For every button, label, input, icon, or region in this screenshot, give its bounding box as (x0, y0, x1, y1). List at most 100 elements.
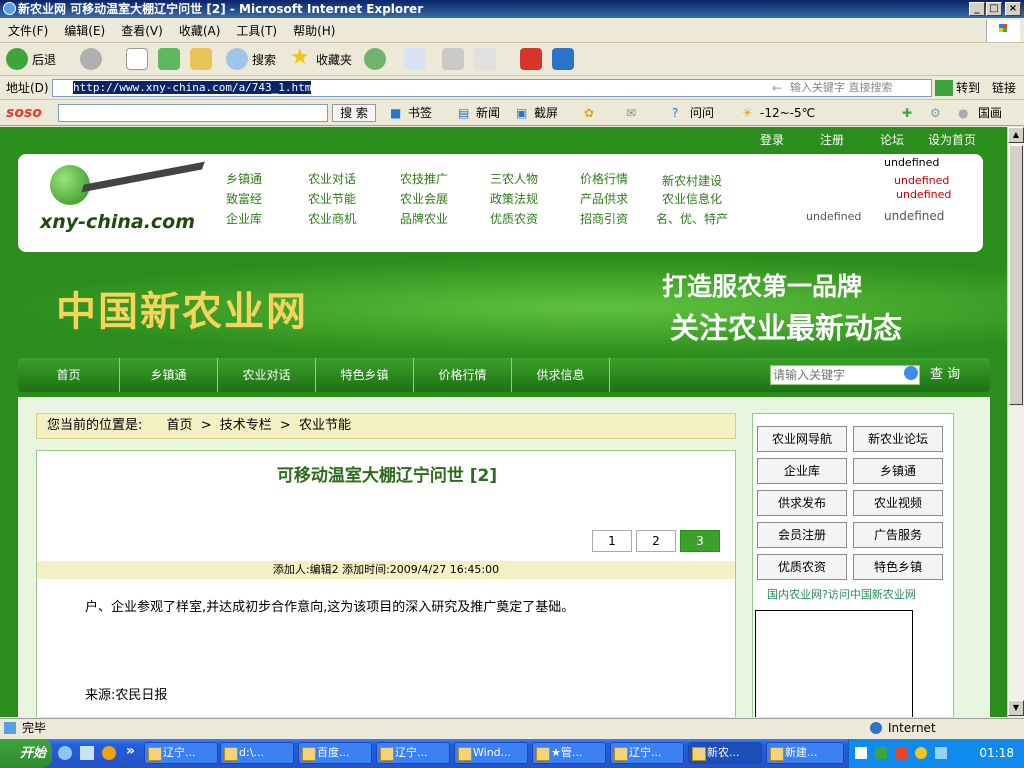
close-button[interactable]: × (1005, 2, 1021, 16)
favorites-button[interactable]: 收藏夹 (316, 49, 352, 71)
page-link-1[interactable]: 1 (592, 530, 632, 552)
gift-icon[interactable]: ✿ (584, 105, 594, 121)
task-button[interactable]: ★管... (532, 742, 606, 764)
bookmark-button[interactable]: 书签 (408, 105, 432, 121)
tray-security-icon[interactable] (895, 747, 907, 759)
tray-volume-icon[interactable] (935, 747, 947, 759)
nav-link[interactable]: 农业会展 (400, 190, 448, 207)
back-button[interactable]: 后退 (32, 49, 56, 71)
gear-icon[interactable]: ⚙ (930, 105, 941, 121)
quicklaunch-desktop-icon[interactable] (80, 746, 94, 760)
sidebar-button[interactable]: 农业网导航 (757, 426, 847, 452)
menu-tools[interactable]: 工具(T) (228, 19, 285, 43)
nav-link[interactable]: 新农村建设 (662, 172, 722, 189)
mail-icon[interactable] (404, 48, 426, 70)
task-button[interactable]: 辽宁... (610, 742, 684, 764)
sidebar-button[interactable]: 广告服务 (853, 522, 943, 548)
menu-edit[interactable]: 编辑(E) (56, 19, 113, 43)
breadcrumb-tech[interactable]: 技术专栏 (220, 418, 272, 433)
mainnav-item[interactable]: 乡镇通 (120, 358, 218, 392)
news-button[interactable]: 新闻 (476, 105, 500, 121)
task-button[interactable]: 辽宁... (144, 742, 218, 764)
nav-link[interactable]: 名、优、特产 (656, 210, 728, 227)
menu-file[interactable]: 文件(F) (0, 19, 56, 43)
mainnav-home[interactable]: 首页 (18, 358, 120, 392)
history-icon[interactable] (364, 48, 386, 70)
tray-network-icon[interactable] (915, 747, 927, 759)
task-button[interactable]: 百度... (298, 742, 372, 764)
nav-link[interactable]: 招商引资 (580, 210, 628, 227)
scroll-thumb[interactable] (1009, 145, 1023, 405)
sidebar-link[interactable]: 国内农业网?访问中国新农业网 (767, 586, 916, 602)
mainnav-item[interactable]: 供求信息 (512, 358, 610, 392)
nav-link[interactable]: 优质农资 (490, 210, 538, 227)
edit-icon[interactable] (474, 48, 496, 70)
mainnav-item[interactable]: 农业对话 (218, 358, 316, 392)
register-link[interactable]: 注册 (820, 131, 844, 148)
nav-link[interactable]: 乡镇通 (226, 170, 262, 187)
screenshot-button[interactable]: 截屏 (534, 105, 558, 121)
nav-link[interactable]: 农业信息化 (662, 190, 722, 207)
breadcrumb-home[interactable]: 首页 (167, 418, 193, 433)
nav-link[interactable]: 致富经 (226, 190, 262, 207)
home-icon[interactable] (190, 48, 212, 70)
scroll-up-icon[interactable]: ▲ (1008, 127, 1024, 143)
refresh-icon[interactable] (158, 48, 180, 70)
menu-help[interactable]: 帮助(H) (285, 19, 343, 43)
search-button[interactable]: 搜索 (252, 49, 276, 71)
nav-link[interactable]: 政策法规 (490, 190, 538, 207)
nav-link[interactable]: 品牌农业 (400, 210, 448, 227)
nav-link[interactable]: 价格行情 (580, 170, 628, 187)
breadcrumb-energy[interactable]: 农业节能 (299, 418, 351, 433)
nav-link[interactable]: 农业对话 (308, 170, 356, 187)
weather-text[interactable]: -12~-5℃ (760, 105, 815, 121)
task-button[interactable]: Wind... (454, 742, 528, 764)
soso-search-button[interactable]: 搜 索 (332, 104, 376, 122)
quicklaunch-more-icon[interactable]: » (126, 743, 135, 759)
site-search-input[interactable] (770, 365, 920, 385)
task-button[interactable]: d:\... (220, 742, 294, 764)
sidebar-button[interactable]: 农业视频 (853, 490, 943, 516)
nav-link[interactable]: 农业商机 (308, 210, 356, 227)
menu-view[interactable]: 查看(V) (113, 19, 171, 43)
favorites-star-icon[interactable]: ★ (290, 47, 312, 70)
vertical-scrollbar[interactable]: ▲ ▼ (1007, 127, 1024, 717)
ime-icon[interactable] (855, 747, 867, 759)
back-arrow-icon[interactable] (6, 48, 28, 70)
nav-link[interactable]: 三农人物 (490, 170, 538, 187)
print-icon[interactable] (442, 48, 464, 70)
mainnav-item[interactable]: 特色乡镇 (316, 358, 414, 392)
mail-envelope-icon[interactable]: ✉ (626, 105, 636, 121)
links-button[interactable]: 链接 (992, 80, 1016, 96)
go-button[interactable]: 转到 (956, 80, 980, 96)
mainnav-item[interactable]: 价格行情 (414, 358, 512, 392)
login-link[interactable]: 登录 (760, 131, 784, 148)
task-button[interactable]: 辽宁... (376, 742, 450, 764)
go-arrow-icon[interactable] (935, 80, 953, 96)
plus-icon[interactable]: ✚ (902, 105, 912, 121)
quicklaunch-qq-icon[interactable] (102, 746, 116, 760)
site-logo[interactable]: xny-china.com (28, 161, 205, 243)
scroll-down-icon[interactable]: ▼ (1008, 700, 1024, 716)
nav-link[interactable]: 农业节能 (308, 190, 356, 207)
tray-app-icon[interactable] (875, 747, 887, 759)
start-button[interactable]: 开始 (0, 739, 52, 768)
soso-search-input[interactable] (58, 104, 328, 122)
task-button-active[interactable]: 新农... (688, 742, 762, 764)
nav-link[interactable]: 企业库 (226, 210, 262, 227)
maximize-button[interactable]: □ (986, 2, 1002, 16)
sidebar-button[interactable]: 供求发布 (757, 490, 847, 516)
page-link-2[interactable]: 2 (636, 530, 676, 552)
ask-button[interactable]: 问问 (690, 105, 714, 121)
task-button[interactable]: 新建... (766, 742, 844, 764)
set-homepage-link[interactable]: 设为首页 (928, 131, 976, 148)
sidebar-button[interactable]: 乡镇通 (853, 458, 943, 484)
sidebar-button[interactable]: 特色乡镇 (853, 554, 943, 580)
search-icon[interactable] (226, 48, 248, 70)
quicklaunch-ie-icon[interactable] (58, 746, 72, 760)
messenger-icon[interactable] (520, 48, 542, 70)
site-search-button[interactable]: 查 询 (930, 358, 960, 392)
sidebar-button[interactable]: 优质农资 (757, 554, 847, 580)
nav-link[interactable]: 产品供求 (580, 190, 628, 207)
sidebar-button[interactable]: 新农业论坛 (853, 426, 943, 452)
